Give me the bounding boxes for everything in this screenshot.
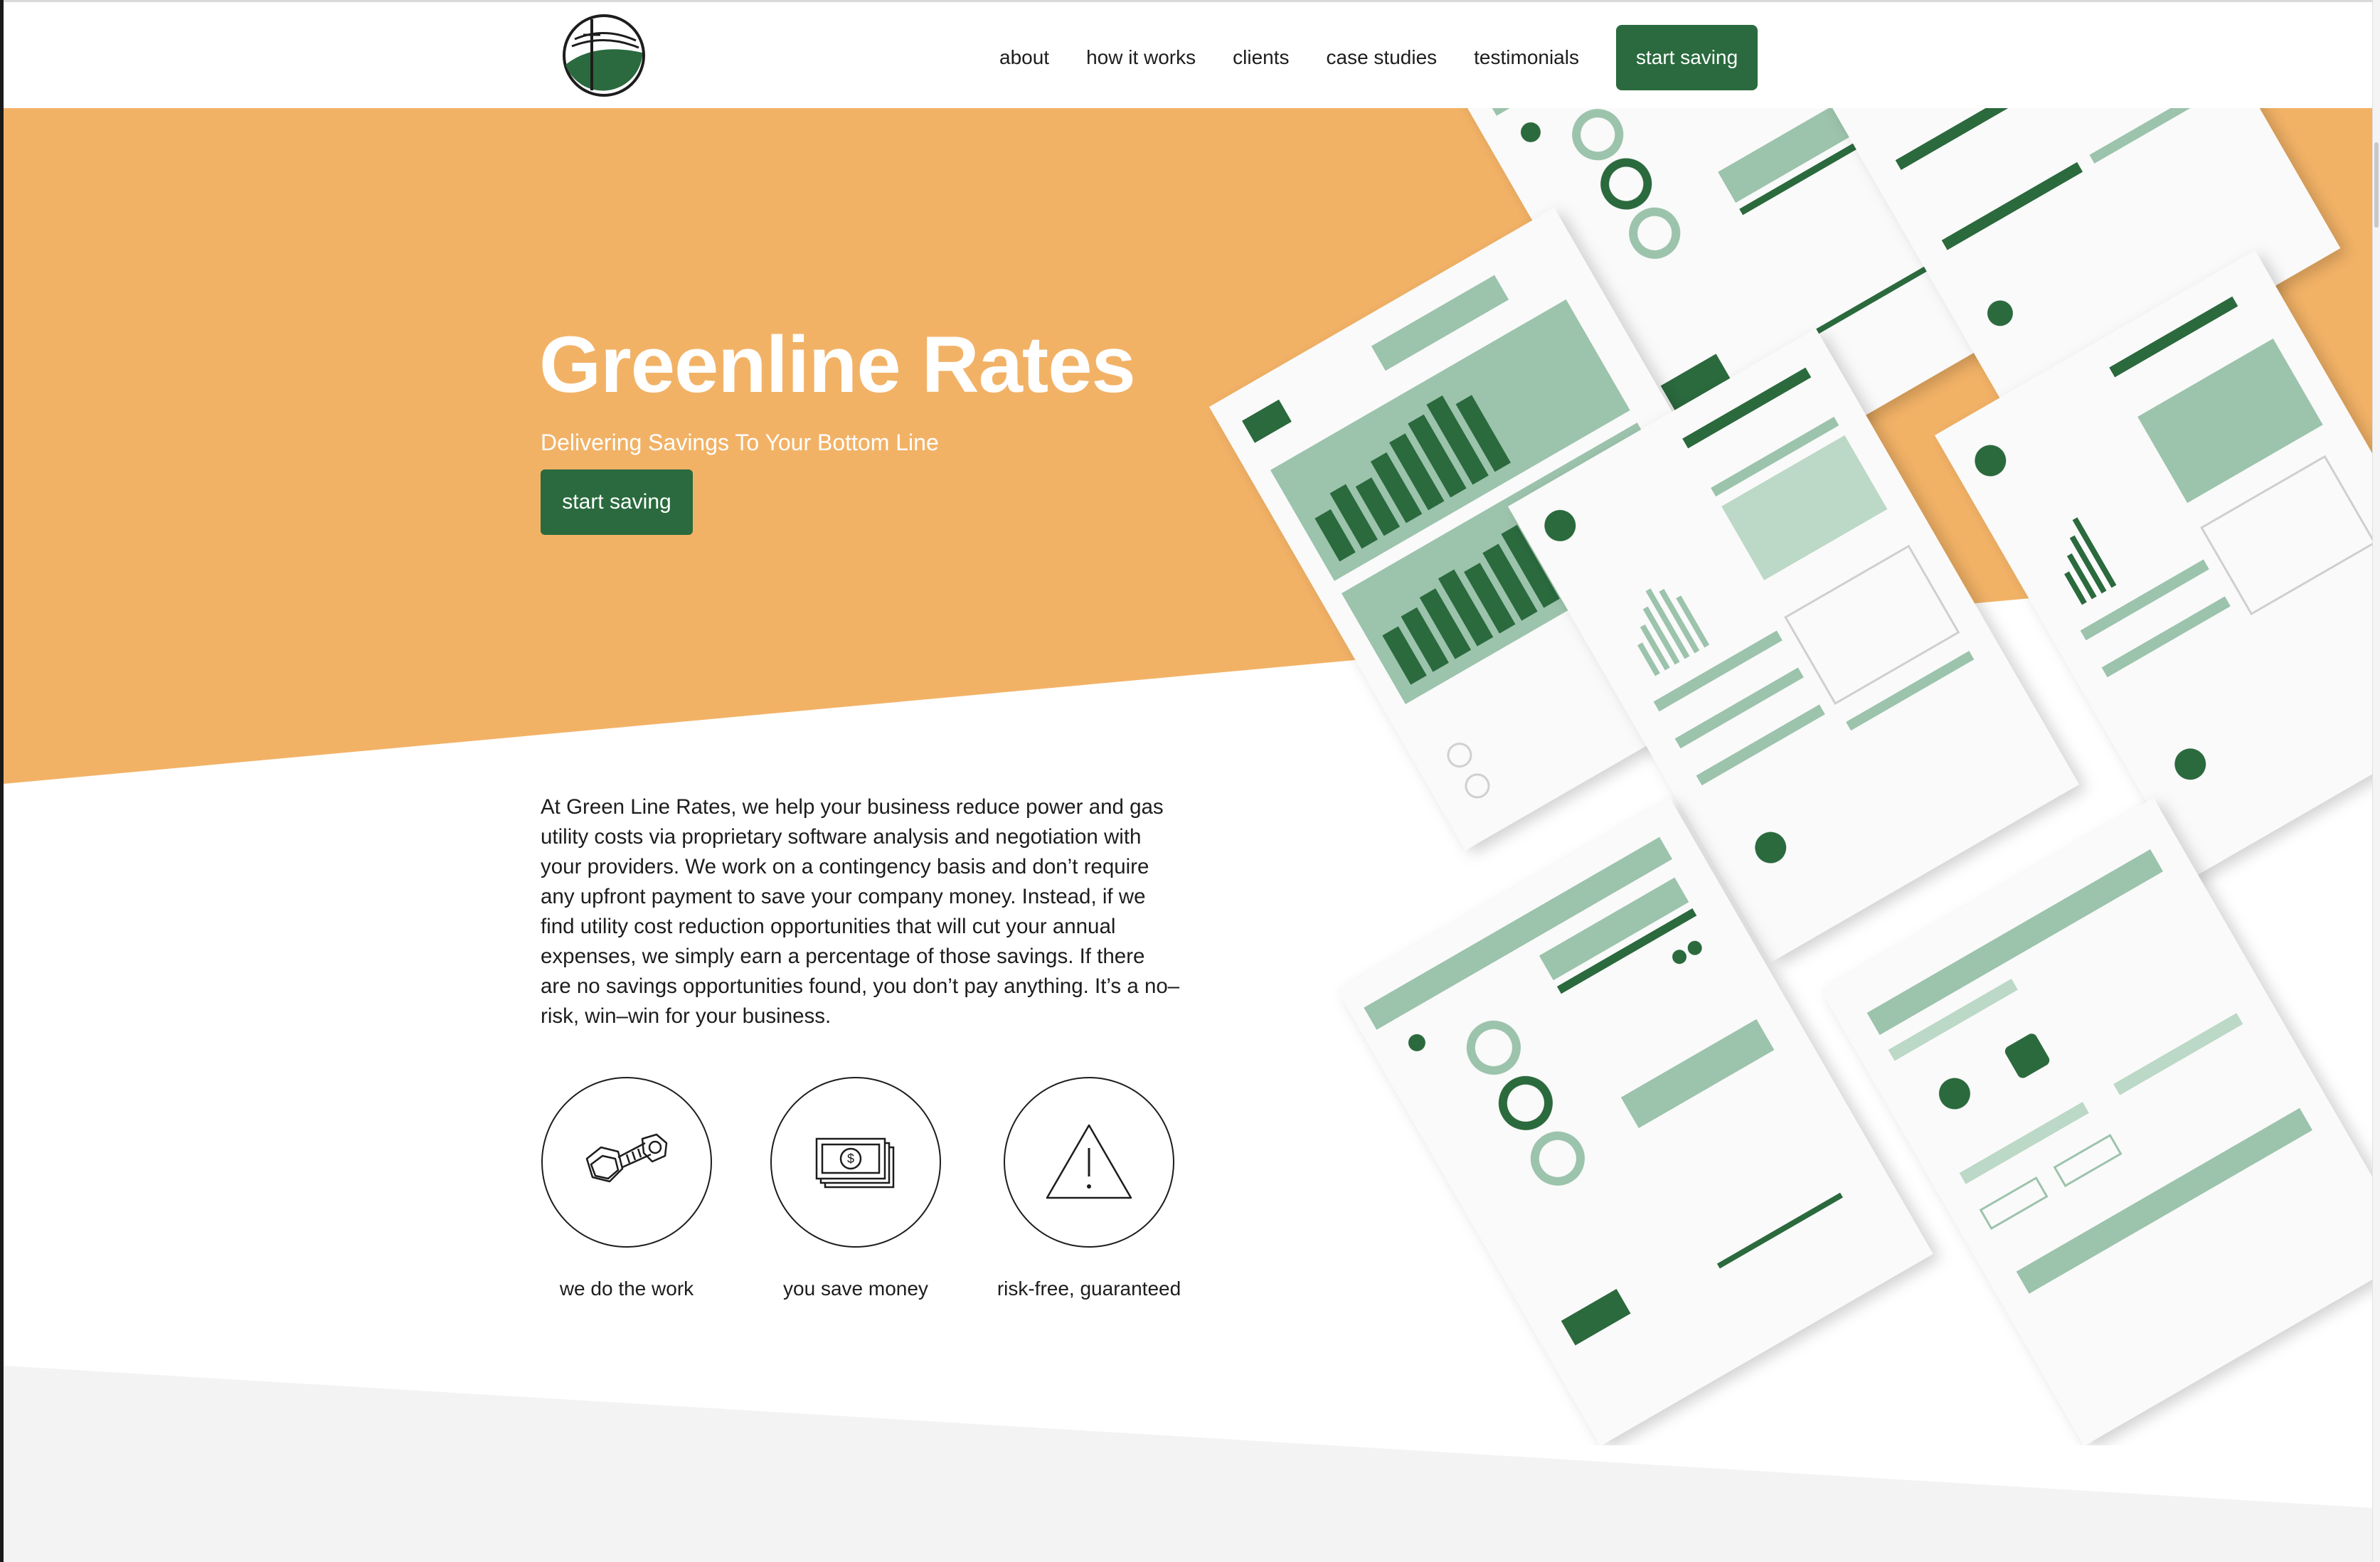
feature-you-save-money: $ you save money [738, 1077, 973, 1300]
nav-testimonials[interactable]: testimonials [1474, 46, 1579, 69]
svg-text:$: $ [847, 1152, 854, 1166]
nav-how-it-works[interactable]: how it works [1086, 46, 1196, 69]
feature-circle: $ [770, 1077, 941, 1248]
hero-title: Greenline Rates [539, 320, 1136, 409]
feature-risk-free-guaranteed: risk-free, guaranteed [972, 1077, 1206, 1300]
nav-links: about how it works clients case studies … [999, 25, 1758, 90]
report-pages-illustration [1209, 108, 2373, 1445]
about-paragraph: At Green Line Rates, we help your busine… [541, 795, 1180, 1028]
nav-start-saving-button[interactable]: start saving [1615, 25, 1758, 90]
warning-triangle-icon [1046, 1124, 1132, 1199]
feature-circle [1004, 1077, 1174, 1248]
hero-start-saving-button[interactable]: start saving [541, 469, 693, 535]
bolt-nut-icon [585, 1133, 668, 1183]
feature-circle [541, 1077, 712, 1248]
top-navigation: about how it works clients case studies … [4, 2, 2373, 108]
page-scrollbar[interactable] [2372, 0, 2380, 1562]
nav-case-studies[interactable]: case studies [1327, 46, 1438, 69]
feature-we-do-the-work: we do the work [509, 1077, 744, 1300]
feature-label: you save money [783, 1277, 928, 1300]
feature-label: risk-free, guaranteed [997, 1277, 1181, 1300]
power-line-hill-logo-icon[interactable] [562, 14, 646, 97]
money-stack-icon: $ [815, 1137, 895, 1189]
feature-label: we do the work [559, 1277, 694, 1300]
nav-about[interactable]: about [999, 46, 1049, 69]
hero-subtitle: Delivering Savings To Your Bottom Line [541, 430, 939, 455]
nav-clients[interactable]: clients [1233, 46, 1289, 69]
